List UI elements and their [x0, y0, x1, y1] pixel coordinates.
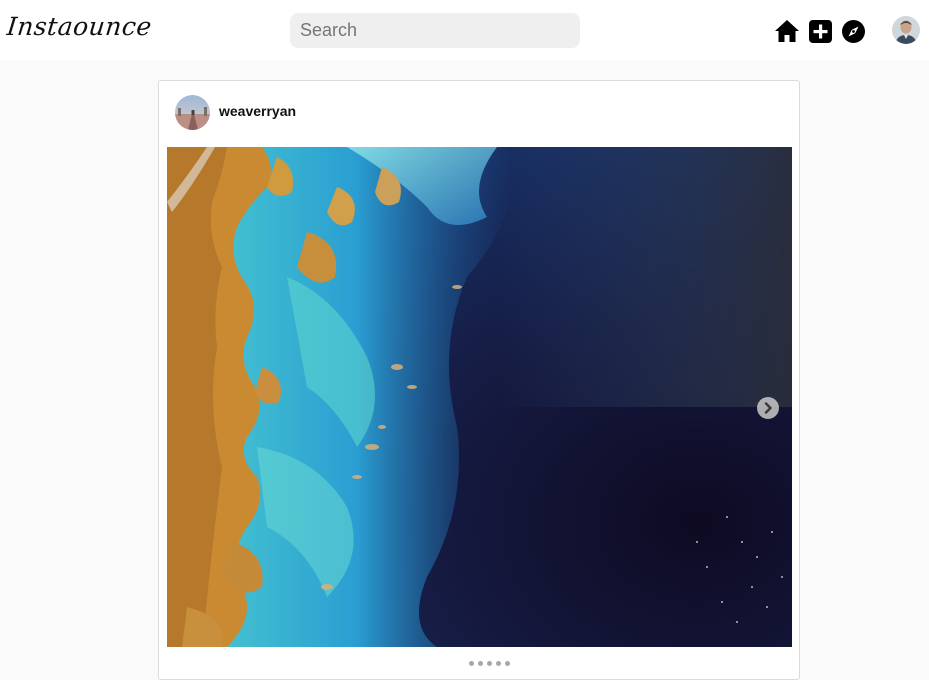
home-icon[interactable] [773, 17, 801, 45]
carousel-dot [505, 661, 510, 666]
nav-icons [773, 17, 872, 45]
carousel-next-button[interactable] [757, 397, 779, 419]
carousel-dot [469, 661, 474, 666]
chevron-right-icon [764, 402, 772, 414]
search-input[interactable] [290, 13, 580, 48]
post-author-avatar[interactable] [175, 95, 210, 130]
carousel-dot [478, 661, 483, 666]
post-header: weaverryan [159, 81, 799, 144]
carousel-dot [496, 661, 501, 666]
post-card: weaverryan [158, 80, 800, 680]
post-author-username[interactable]: weaverryan [219, 103, 296, 119]
explore-icon[interactable] [839, 17, 867, 45]
carousel-indicator [469, 661, 514, 666]
new-post-icon[interactable] [806, 17, 834, 45]
carousel-dot [487, 661, 492, 666]
profile-avatar[interactable] [892, 16, 920, 44]
app-logo[interactable]: Instaounce [5, 12, 153, 41]
post-image [167, 147, 792, 647]
top-navigation-bar: Instaounce [0, 0, 929, 60]
